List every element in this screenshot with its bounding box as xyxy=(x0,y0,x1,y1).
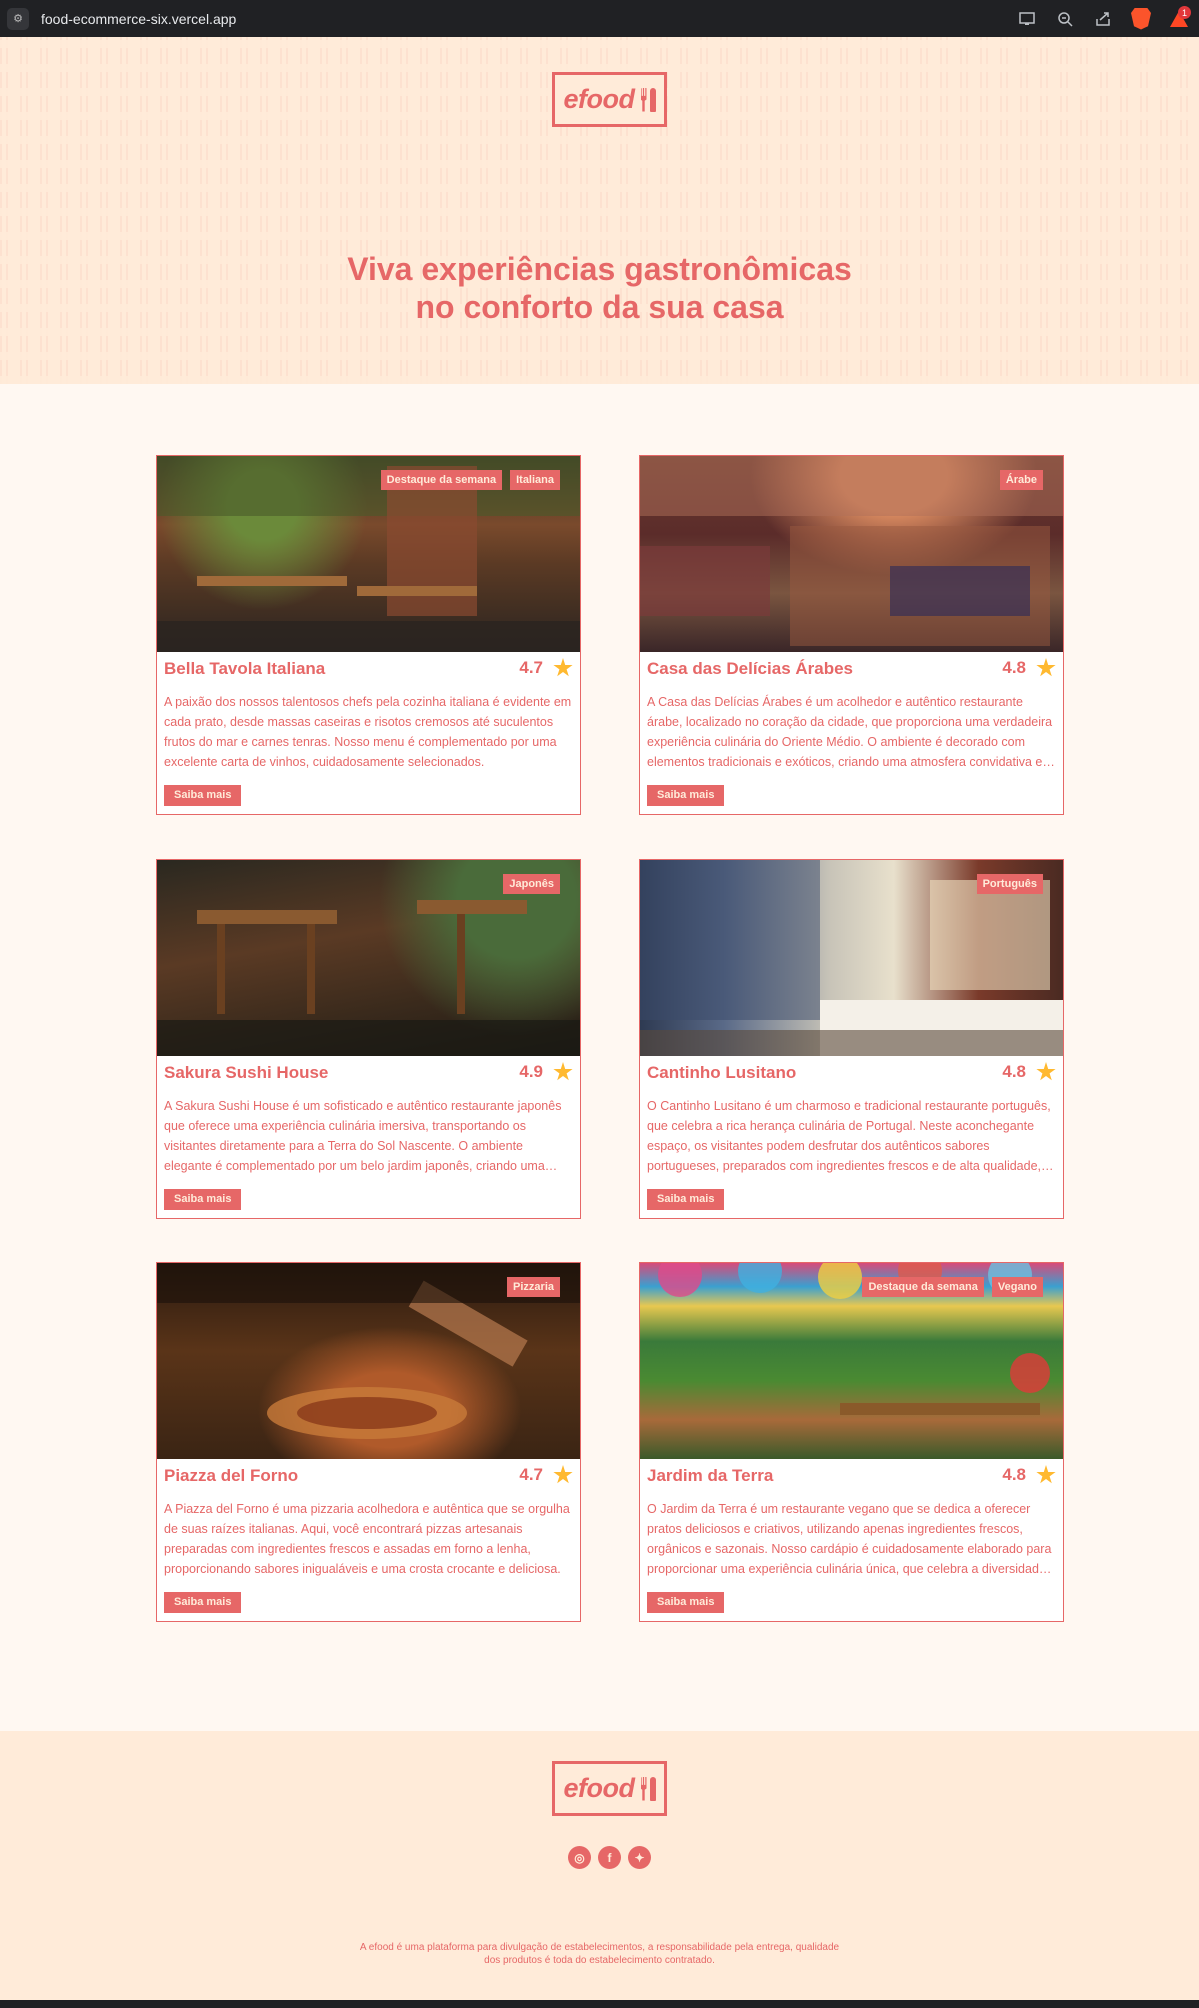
tag-list: Destaque da semana Italiana xyxy=(380,470,560,490)
restaurant-rating: 4.8 xyxy=(1002,1465,1056,1485)
notification-badge: 1 xyxy=(1178,6,1191,19)
restaurant-description: O Jardim da Terra é um restaurante vegan… xyxy=(647,1502,1052,1576)
restaurant-rating: 4.9 xyxy=(519,1062,573,1082)
bottom-bar xyxy=(0,2000,1199,2008)
tag-highlight: Destaque da semana xyxy=(862,1277,984,1297)
address-bar[interactable]: food-ecommerce-six.vercel.app xyxy=(41,11,236,27)
footer: efood ◎ f ✦ A efood é uma plataforma par… xyxy=(0,1731,1199,2000)
restaurant-card: Destaque da semana Italiana Bella Tavola… xyxy=(156,455,581,815)
saiba-mais-button[interactable]: Saiba mais xyxy=(647,1592,725,1613)
restaurant-card: Pizzaria Piazza del Forno 4.7 A Piazza d… xyxy=(156,1262,581,1622)
restaurant-description: A Casa das Delícias Árabes é um acolhedo… xyxy=(647,695,1053,769)
hero-title-line2: no conforto da sua casa xyxy=(415,289,784,325)
efood-logo[interactable]: efood xyxy=(552,72,667,127)
star-icon xyxy=(553,1062,573,1081)
restaurant-rating: 4.8 xyxy=(1002,1062,1056,1082)
star-icon xyxy=(553,1465,573,1484)
restaurant-rating: 4.8 xyxy=(1002,658,1056,678)
instagram-icon[interactable]: ◎ xyxy=(568,1846,591,1869)
tag-list: Português xyxy=(976,874,1043,894)
saiba-mais-button[interactable]: Saiba mais xyxy=(164,1592,242,1613)
hero-title-line1: Viva experiências gastronômicas xyxy=(347,251,852,287)
cutlery-icon xyxy=(640,1776,656,1801)
tag-list: Pizzaria xyxy=(507,1277,560,1297)
restaurant-name: Casa das Delícias Árabes xyxy=(647,659,854,678)
twitter-icon[interactable]: ✦ xyxy=(628,1846,651,1869)
footer-disclaimer: A efood é uma plataforma para divulgação… xyxy=(0,1941,1199,1967)
star-icon xyxy=(1036,1465,1056,1484)
saiba-mais-button[interactable]: Saiba mais xyxy=(164,1189,242,1210)
restaurant-name: Cantinho Lusitano xyxy=(647,1063,797,1082)
tag-cuisine: Árabe xyxy=(999,470,1043,490)
tag-highlight: Destaque da semana xyxy=(380,470,503,490)
social-links: ◎ f ✦ xyxy=(568,1846,651,1869)
restaurant-card: Árabe Casa das Delícias Árabes 4.8 A Cas… xyxy=(639,455,1064,815)
rating-value: 4.8 xyxy=(1002,1465,1026,1484)
cast-icon[interactable] xyxy=(1017,9,1037,29)
site-settings-icon[interactable]: ⚙ xyxy=(7,7,29,30)
restaurant-description: O Cantinho Lusitano é um charmoso e trad… xyxy=(647,1099,1051,1173)
hero-title: Viva experiências gastronômicas no confo… xyxy=(0,250,1199,326)
rating-value: 4.7 xyxy=(519,1465,543,1484)
restaurant-name: Bella Tavola Italiana xyxy=(164,659,326,678)
rating-value: 4.9 xyxy=(519,1062,543,1081)
brave-shields-icon[interactable] xyxy=(1131,7,1151,30)
tag-cuisine: Italiana xyxy=(510,470,560,490)
star-icon xyxy=(1036,658,1056,677)
star-icon xyxy=(1036,1062,1056,1081)
tag-list: Destaque da semana Vegano xyxy=(862,1277,1043,1297)
facebook-icon[interactable]: f xyxy=(598,1846,621,1869)
disclaimer-line1: A efood é uma plataforma para divulgação… xyxy=(359,1942,840,1953)
saiba-mais-button[interactable]: Saiba mais xyxy=(647,785,725,806)
restaurant-description: A paixão dos nossos talentosos chefs pel… xyxy=(164,695,572,769)
restaurant-description: A Sakura Sushi House é um sofisticado e … xyxy=(164,1099,562,1173)
cutlery-icon xyxy=(640,87,656,112)
restaurant-name: Piazza del Forno xyxy=(164,1466,299,1485)
restaurant-card: Destaque da semana Vegano Jardim da Terr… xyxy=(639,1262,1064,1622)
tag-cuisine: Japonês xyxy=(503,874,560,894)
rating-value: 4.7 xyxy=(519,658,543,677)
restaurant-name: Sakura Sushi House xyxy=(164,1063,329,1082)
tag-cuisine: Vegano xyxy=(991,1277,1043,1297)
tag-cuisine: Pizzaria xyxy=(507,1277,560,1297)
logo-text: efood xyxy=(563,84,636,114)
zoom-icon[interactable] xyxy=(1055,9,1075,29)
rating-value: 4.8 xyxy=(1002,658,1026,677)
restaurant-card: Português Cantinho Lusitano 4.8 O Cantin… xyxy=(639,859,1064,1219)
saiba-mais-button[interactable]: Saiba mais xyxy=(164,785,242,806)
tag-cuisine: Português xyxy=(976,874,1043,894)
browser-toolbar: ⚙ food-ecommerce-six.vercel.app 1 xyxy=(0,0,1199,37)
restaurant-description: A Piazza del Forno é uma pizzaria acolhe… xyxy=(164,1502,570,1576)
restaurant-rating: 4.7 xyxy=(519,658,573,678)
tag-list: Japonês xyxy=(503,874,560,894)
rating-value: 4.8 xyxy=(1002,1062,1026,1081)
saiba-mais-button[interactable]: Saiba mais xyxy=(647,1189,725,1210)
disclaimer-line2: dos produtos é toda do estabelecimento c… xyxy=(484,1955,715,1966)
restaurant-rating: 4.7 xyxy=(519,1465,573,1485)
logo-text: efood xyxy=(563,1773,636,1803)
restaurant-card: Japonês Sakura Sushi House 4.9 A Sakura … xyxy=(156,859,581,1219)
share-icon[interactable] xyxy=(1093,9,1113,29)
star-icon xyxy=(553,658,573,677)
restaurant-name: Jardim da Terra xyxy=(647,1466,774,1485)
hero-banner: efood Viva experiências gastronômicas no… xyxy=(0,37,1199,384)
tag-list: Árabe xyxy=(999,470,1043,490)
efood-logo[interactable]: efood xyxy=(552,1761,667,1816)
